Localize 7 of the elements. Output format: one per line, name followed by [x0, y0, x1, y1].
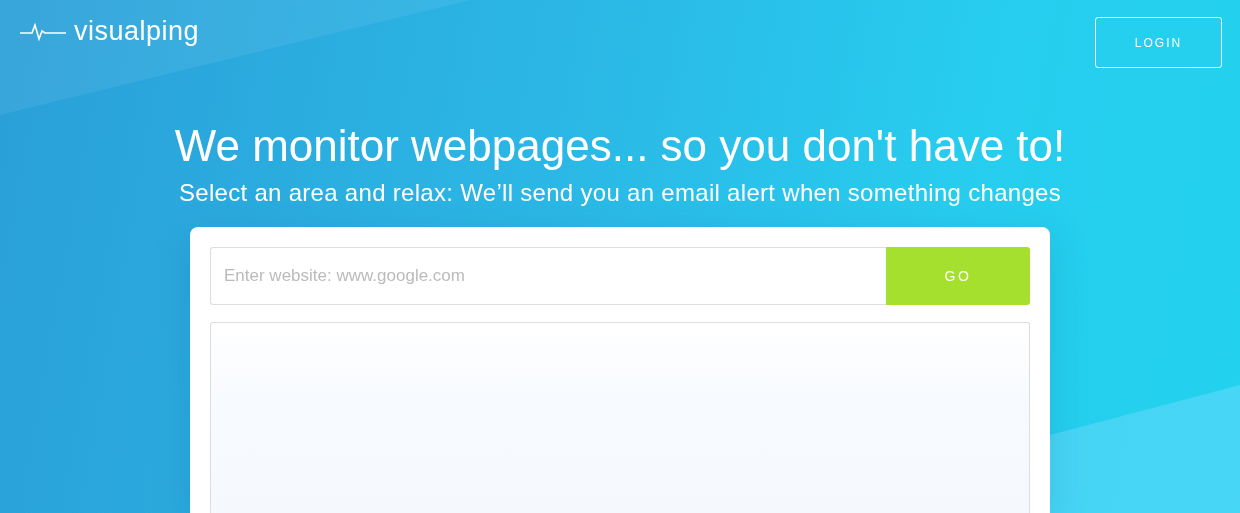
- login-button[interactable]: LOGIN: [1095, 17, 1222, 68]
- hero-title: We monitor webpages... so you don't have to!: [174, 120, 1066, 172]
- hero-subtitle: Select an area and relax: We’ll send you an email alert when something changes: [178, 178, 1062, 208]
- go-button[interactable]: GO: [886, 247, 1030, 305]
- logo-text[interactable]: visualping: [74, 16, 200, 46]
- url-field[interactable]: Enter website: www.google.com: [210, 247, 886, 305]
- pulse-icon: [20, 21, 66, 41]
